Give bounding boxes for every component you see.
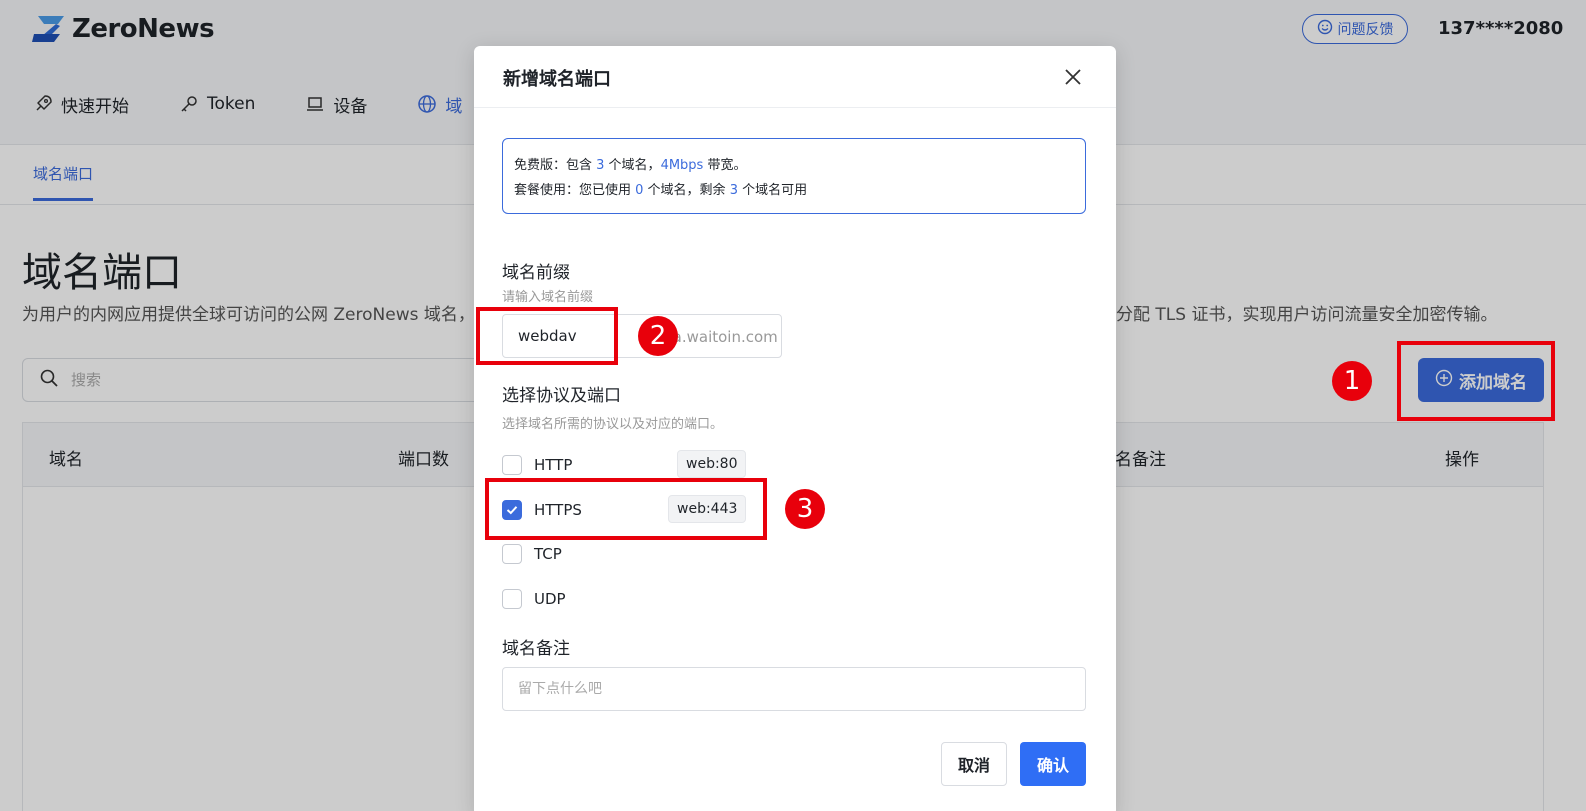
dialog-header: 新增域名端口 [474, 46, 1116, 108]
protocol-option-udp[interactable]: UDP [502, 587, 566, 611]
plan-info-box: 免费版：包含 3 个域名，4Mbps 带宽。 套餐使用：您已使用 0 个域名，剩… [502, 138, 1086, 214]
protocol-label: 选择协议及端口 [502, 386, 621, 406]
protocol-option-http[interactable]: HTTP web:80 [502, 450, 747, 478]
udp-checkbox[interactable] [502, 589, 522, 609]
prefix-hint: 请输入域名前缀 [502, 290, 594, 305]
annotation-number-2: 2 [638, 316, 678, 356]
close-icon[interactable] [1060, 64, 1086, 90]
annotation-number-1: 1 [1332, 361, 1372, 401]
http-checkbox[interactable] [502, 455, 522, 475]
tcp-checkbox[interactable] [502, 544, 522, 564]
domain-note-input[interactable] [502, 667, 1086, 711]
protocol-name: UDP [534, 590, 566, 608]
protocol-hint: 选择域名所需的协议以及对应的端口。 [502, 417, 724, 432]
annotation-box-add-domain [1397, 341, 1555, 421]
annotation-number-3: 3 [785, 489, 825, 529]
plan-text: 免费版：包含 [514, 158, 597, 173]
protocol-name: HTTP [534, 456, 573, 474]
dialog-title: 新增域名端口 [503, 69, 611, 90]
usage-remaining-count: 3 [729, 183, 738, 198]
annotation-box-prefix [476, 307, 618, 365]
plan-info-line-1: 免费版：包含 3 个域名，4Mbps 带宽。 [514, 153, 1074, 178]
plan-text: 带宽。 [703, 158, 747, 173]
note-label: 域名备注 [502, 639, 570, 659]
cancel-button[interactable]: 取消 [941, 742, 1007, 786]
add-domain-port-dialog: 新增域名端口 免费版：包含 3 个域名，4Mbps 带宽。 套餐使用：您已使用 … [474, 46, 1116, 811]
annotation-box-https [485, 478, 767, 540]
plan-info-line-2: 套餐使用：您已使用 0 个域名，剩余 3 个域名可用 [514, 178, 1074, 203]
usage-text: 个域名可用 [737, 183, 808, 198]
prefix-label: 域名前缀 [502, 263, 570, 283]
usage-text: 个域名，剩余 [643, 183, 730, 198]
port-tag: web:80 [677, 450, 747, 478]
plan-bandwidth: 4Mbps [660, 158, 704, 173]
protocol-option-tcp[interactable]: TCP [502, 542, 562, 566]
confirm-button[interactable]: 确认 [1020, 742, 1086, 786]
plan-text: 个域名， [604, 158, 661, 173]
usage-text: 套餐使用：您已使用 [514, 183, 636, 198]
protocol-name: TCP [534, 545, 562, 563]
